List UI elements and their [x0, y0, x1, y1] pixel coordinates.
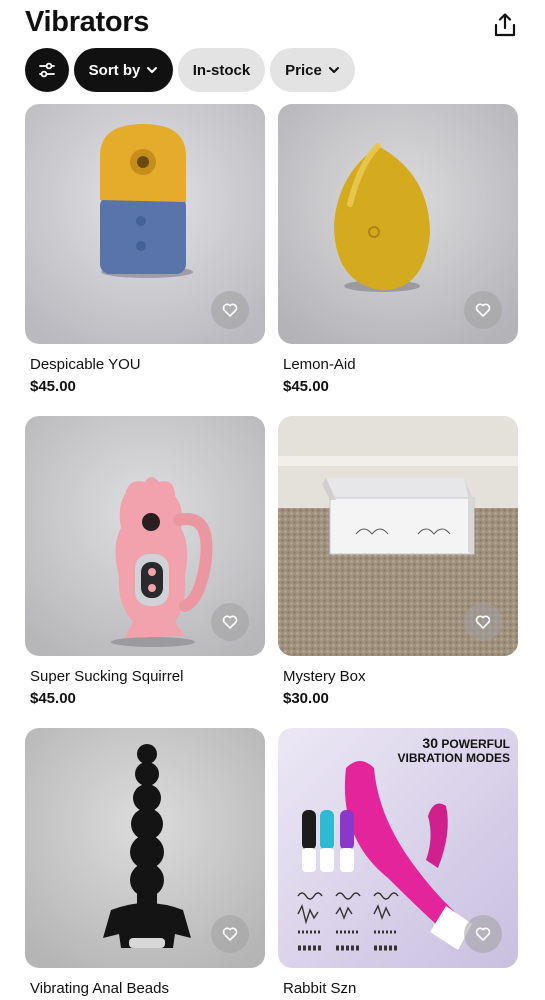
promo-number: 30 [422, 735, 438, 751]
favorite-button[interactable] [464, 291, 502, 329]
product-image [25, 104, 265, 344]
product-image [278, 104, 518, 344]
promo-line2: VIBRATION MODES [397, 751, 510, 765]
page-title: Vibrators [25, 6, 150, 38]
product-card[interactable]: Vibrating Anal Beads [25, 728, 265, 997]
heart-icon [475, 615, 491, 629]
chevron-down-icon [147, 67, 158, 73]
product-name: Lemon-Aid [283, 356, 356, 373]
product-card[interactable]: Super Sucking Squirrel $45.00 [25, 416, 265, 707]
price-label: Price [285, 61, 322, 79]
share-button[interactable] [490, 10, 520, 40]
product-card[interactable]: Mystery Box $30.00 [278, 416, 518, 707]
product-image: 30 POWERFUL VIBRATION MODES [278, 728, 518, 968]
favorite-button[interactable] [464, 915, 502, 953]
product-price: $30.00 [283, 690, 329, 707]
in-stock-filter[interactable]: In-stock [178, 48, 265, 92]
favorite-button[interactable] [211, 915, 249, 953]
filter-bar: Sort by In-stock Price [25, 48, 355, 92]
favorite-button[interactable] [464, 603, 502, 641]
product-image [25, 728, 265, 968]
product-name: Super Sucking Squirrel [30, 668, 184, 685]
favorite-button[interactable] [211, 291, 249, 329]
product-name: Vibrating Anal Beads [30, 980, 169, 997]
product-price: $45.00 [30, 378, 76, 395]
product-card[interactable]: Despicable YOU $45.00 [25, 104, 265, 395]
sort-by-button[interactable]: Sort by [74, 48, 173, 92]
product-name: Despicable YOU [30, 356, 141, 373]
heart-icon [222, 303, 238, 317]
in-stock-label: In-stock [192, 61, 251, 79]
product-name: Mystery Box [283, 668, 366, 685]
chevron-down-icon [328, 67, 339, 73]
filters-button[interactable] [25, 48, 69, 92]
sort-by-label: Sort by [88, 61, 141, 79]
product-name: Rabbit Szn [283, 980, 357, 997]
product-image [278, 416, 518, 656]
heart-icon [222, 615, 238, 629]
promo-line1: POWERFUL [441, 737, 510, 751]
heart-icon [475, 927, 491, 941]
heart-icon [222, 927, 238, 941]
product-card[interactable]: 30 POWERFUL VIBRATION MODES Rabbit Szn [278, 728, 518, 997]
product-price: $45.00 [30, 690, 76, 707]
share-icon [494, 13, 516, 37]
product-card[interactable]: Lemon-Aid $45.00 [278, 104, 518, 395]
favorite-button[interactable] [211, 603, 249, 641]
promo-text: 30 POWERFUL VIBRATION MODES [398, 736, 510, 765]
heart-icon [475, 303, 491, 317]
price-filter[interactable]: Price [270, 48, 355, 92]
product-image [25, 416, 265, 656]
sliders-icon [39, 62, 55, 78]
header: Vibrators [0, 0, 545, 48]
product-price: $45.00 [283, 378, 329, 395]
